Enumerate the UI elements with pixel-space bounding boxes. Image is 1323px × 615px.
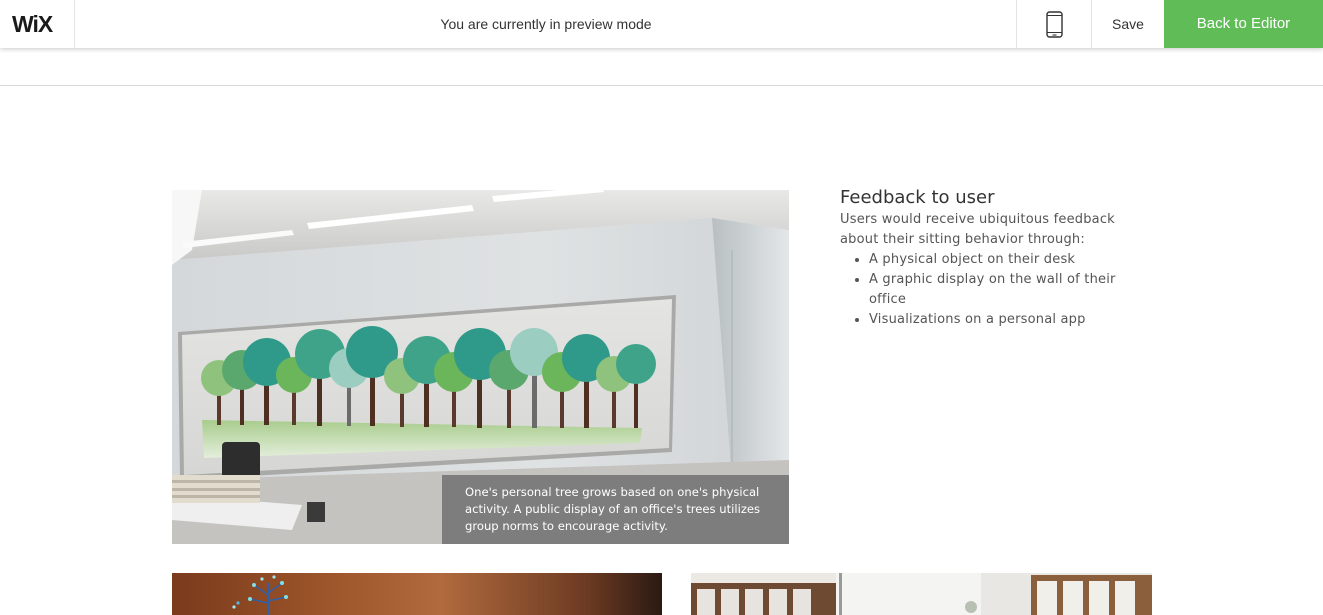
shelving-illustration — [691, 573, 1152, 615]
preview-toolbar: WiX You are currently in preview mode Sa… — [0, 0, 1323, 48]
logo-container: WiX — [0, 0, 75, 48]
feedback-title: Feedback to user — [840, 187, 995, 208]
shelving-office-image — [691, 573, 1152, 615]
feedback-section: Feedback to user Users would receive ubi… — [840, 186, 1140, 330]
list-item: A physical object on their desk — [869, 250, 1140, 270]
feedback-list: A physical object on their desk A graphi… — [840, 250, 1140, 330]
feedback-description: Users would receive ubiquitous feedback … — [840, 212, 1115, 247]
site-header-divider — [0, 85, 1323, 86]
warm-office-image — [172, 573, 662, 615]
mobile-view-button[interactable] — [1016, 0, 1092, 48]
list-item: Visualizations on a personal app — [869, 310, 1140, 330]
back-to-editor-button[interactable]: Back to Editor — [1164, 0, 1323, 48]
image-caption: One's personal tree grows based on one's… — [442, 475, 789, 544]
list-item: A graphic display on the wall of their o… — [869, 270, 1140, 310]
preview-mode-message: You are currently in preview mode — [440, 16, 652, 32]
save-button[interactable]: Save — [1091, 0, 1164, 48]
decorative-tree-object-illustration — [232, 575, 288, 615]
wix-logo: WiX — [12, 11, 53, 37]
mobile-phone-icon — [1046, 11, 1063, 38]
office-wall-image: One's personal tree grows based on one's… — [172, 190, 789, 544]
